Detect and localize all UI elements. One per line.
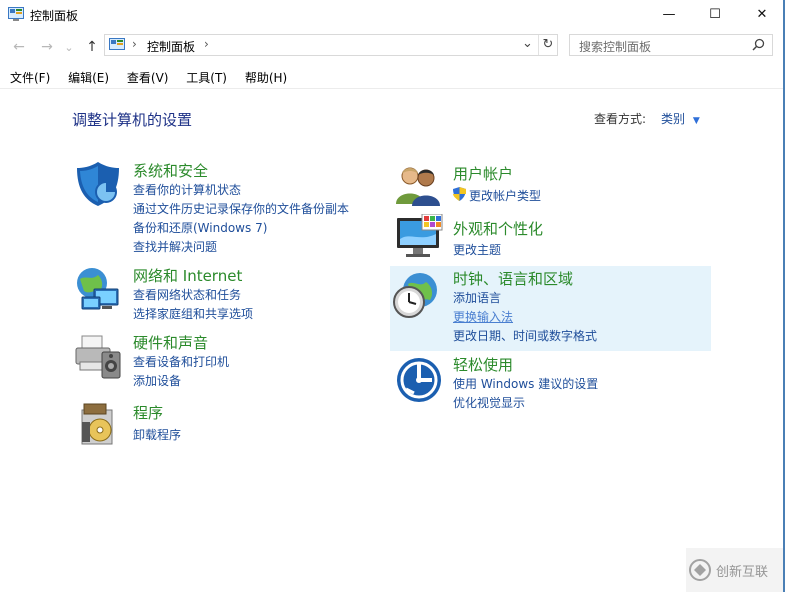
maximize-button[interactable]: ☐ [692,0,738,29]
view-by-dropdown[interactable]: 类别 ▼ [661,110,700,127]
forward-button[interactable]: → [37,38,57,56]
minimize-button[interactable]: — [646,0,692,29]
category-programs[interactable]: 程序 [133,402,163,423]
programs-icon [78,402,122,449]
watermark-text: 创新互联 [716,565,769,580]
link-change-date-time-format[interactable]: 更改日期、时间或数字格式 [453,327,597,344]
menu-divider [0,88,785,89]
menu-help[interactable]: 帮助(H) [245,71,287,85]
category-clock-language-region[interactable]: 时钟、语言和区域 [453,268,573,289]
caret-down-icon: ▼ [692,116,700,126]
refresh-button[interactable]: ↻ [538,35,557,55]
view-by-value: 类别 [661,112,686,126]
printer-icon [74,332,122,383]
breadcrumb-control-panel[interactable]: 控制面板 [147,38,195,55]
clock-globe-icon [392,270,442,323]
ease-of-access-icon [396,357,442,406]
menu-edit[interactable]: 编辑(E) [68,71,109,85]
search-box[interactable]: 搜索控制面板 [569,34,773,56]
network-icon [72,265,122,318]
search-input[interactable]: 搜索控制面板 [579,38,651,55]
recent-locations-button[interactable]: ⌄ [62,38,76,56]
link-recommended-settings[interactable]: 使用 Windows 建议的设置 [453,375,598,392]
link-optimize-visual-display[interactable]: 优化视觉显示 [453,394,525,411]
category-system-security[interactable]: 系统和安全 [133,160,208,181]
control-panel-icon [109,38,125,52]
link-view-computer-status[interactable]: 查看你的计算机状态 [133,181,241,198]
menu-bar: 文件(F) 编辑(E) 查看(V) 工具(T) 帮助(H) [10,69,301,86]
link-add-device[interactable]: 添加设备 [133,372,181,389]
shield-icon [74,160,122,211]
watermark-logo: 创新互联 [686,548,785,592]
link-change-input-method[interactable]: 更换输入法 [453,308,513,325]
link-troubleshoot[interactable]: 查找并解决问题 [133,238,217,255]
monitor-icon [396,213,444,265]
close-button[interactable]: ✕ [739,0,785,29]
menu-tools[interactable]: 工具(T) [186,71,227,85]
users-icon [396,164,442,209]
uac-shield-icon [453,187,466,204]
category-network-internet[interactable]: 网络和 Internet [133,265,242,286]
window-title: 控制面板 [30,9,79,23]
back-button[interactable]: ← [9,38,29,56]
address-dropdown-button[interactable]: ⌄ [522,36,533,51]
link-change-account-type[interactable]: 更改帐户类型 [469,187,541,204]
category-ease-of-access[interactable]: 轻松使用 [453,354,513,375]
category-appearance[interactable]: 外观和个性化 [453,218,543,239]
chevron-right-icon: › [204,37,209,51]
view-by-label: 查看方式: [594,112,647,126]
link-devices-printers[interactable]: 查看设备和打印机 [133,353,229,370]
link-file-history-backup[interactable]: 通过文件历史记录保存你的文件备份副本 [133,200,349,217]
link-uninstall-program[interactable]: 卸载程序 [133,426,181,443]
up-button[interactable]: ↑ [82,38,102,56]
search-icon [752,38,765,54]
link-backup-restore[interactable]: 备份和还原(Windows 7) [133,219,267,236]
page-title: 调整计算机的设置 [72,111,193,129]
link-homegroup[interactable]: 选择家庭组和共享选项 [133,305,253,322]
menu-file[interactable]: 文件(F) [10,71,50,85]
link-change-theme[interactable]: 更改主题 [453,241,501,258]
control-panel-app-icon [8,7,24,21]
category-hardware-sound[interactable]: 硬件和声音 [133,332,208,353]
chevron-right-icon: › [132,37,137,51]
menu-view[interactable]: 查看(V) [127,71,169,85]
category-user-accounts[interactable]: 用户帐户 [453,163,513,184]
link-add-language[interactable]: 添加语言 [453,289,501,306]
address-bar[interactable]: › 控制面板 › ⌄ ↻ [104,34,558,56]
link-network-status[interactable]: 查看网络状态和任务 [133,286,241,303]
